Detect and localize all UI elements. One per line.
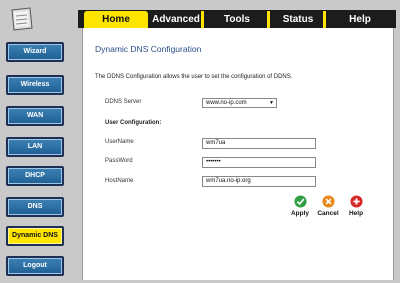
password-field[interactable]: •••••••: [202, 157, 316, 168]
help-button[interactable]: Help: [344, 195, 368, 217]
tab-advanced[interactable]: Advanced: [148, 11, 204, 28]
ddns-server-select[interactable]: www.no-ip.com ▼: [202, 98, 277, 108]
ddns-server-label: DDNS Server: [105, 99, 142, 105]
action-bar: Apply Cancel Help: [288, 195, 368, 223]
tab-tools-label: Tools: [224, 14, 250, 25]
tab-advanced-label: Advanced: [152, 14, 200, 25]
sidebar-item-wireless[interactable]: Wireless: [6, 75, 64, 95]
sidebar-item-wizard[interactable]: Wizard: [6, 42, 64, 62]
tab-status[interactable]: Status: [270, 11, 326, 28]
tab-help[interactable]: Help: [326, 11, 394, 28]
tab-tools[interactable]: Tools: [204, 11, 270, 28]
tab-home[interactable]: Home: [84, 11, 148, 28]
content-panel: Dynamic DNS Configuration The DDNS Confi…: [82, 28, 394, 280]
cancel-label: Cancel: [317, 210, 339, 217]
sidebar-item-dhcp[interactable]: DHCP: [6, 166, 64, 186]
router-logo-icon: [11, 7, 33, 31]
page-description: The DDNS Configuration allows the user t…: [95, 74, 293, 80]
sidebar-item-dynamic-dns[interactable]: Dynamic DNS: [6, 226, 64, 246]
username-label: UserName: [105, 139, 134, 145]
username-field[interactable]: wm7ua: [202, 138, 316, 149]
tab-status-label: Status: [282, 14, 314, 25]
plus-circle-icon: [349, 195, 363, 208]
sidebar-item-lan[interactable]: LAN: [6, 137, 64, 157]
sidebar-item-dns[interactable]: DNS: [6, 197, 64, 217]
help-label: Help: [348, 210, 364, 217]
password-label: PassWord: [105, 158, 133, 164]
sidebar: Wizard Wireless WAN LAN DHCP DNS Dynamic…: [0, 0, 76, 283]
check-circle-icon: [293, 195, 307, 208]
ddns-server-value: www.no-ip.com: [206, 100, 247, 106]
apply-label: Apply: [290, 210, 310, 217]
hostname-field[interactable]: wm7ua.no-ip.org: [202, 176, 316, 187]
cancel-button[interactable]: Cancel: [316, 195, 340, 217]
user-config-label: User Configuration:: [105, 120, 162, 126]
apply-button[interactable]: Apply: [288, 195, 312, 217]
sidebar-item-wan[interactable]: WAN: [6, 106, 64, 126]
x-circle-icon: [321, 195, 335, 208]
page-title: Dynamic DNS Configuration: [95, 44, 202, 54]
sidebar-item-logout[interactable]: Logout: [6, 256, 64, 276]
hostname-label: HostName: [105, 178, 134, 184]
chevron-down-icon: ▼: [269, 100, 274, 106]
